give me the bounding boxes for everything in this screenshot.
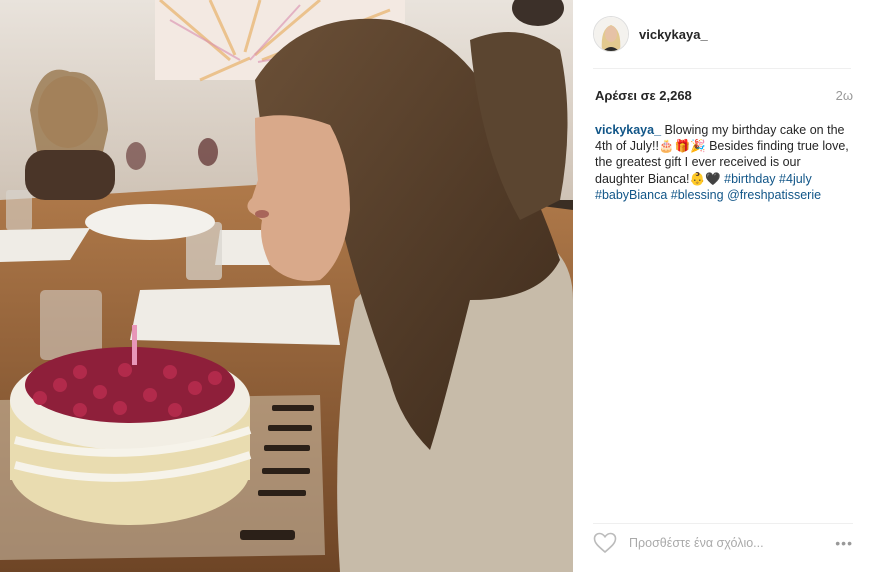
- hashtag-blessing[interactable]: #blessing: [671, 188, 724, 202]
- likes-row: Αρέσει σε 2,268 2ω: [595, 88, 853, 103]
- comment-bar: •••: [593, 523, 853, 558]
- caption-username[interactable]: vickykaya_: [595, 123, 661, 137]
- post-sidebar: vickykaya_ Αρέσει σε 2,268 2ω vickykaya_…: [573, 0, 871, 572]
- instagram-post: vickykaya_ Αρέσει σε 2,268 2ω vickykaya_…: [0, 0, 871, 572]
- hashtag-4july[interactable]: #4july: [779, 172, 812, 186]
- username-link[interactable]: vickykaya_: [639, 27, 708, 42]
- heart-icon[interactable]: [593, 532, 619, 554]
- post-header: vickykaya_: [593, 14, 851, 54]
- likes-count[interactable]: Αρέσει σε 2,268: [595, 88, 692, 103]
- post-photo[interactable]: [0, 0, 573, 572]
- caption: vickykaya_ Blowing my birthday cake on t…: [595, 122, 853, 203]
- hashtag-babybianca[interactable]: #babyBianca: [595, 188, 667, 202]
- avatar[interactable]: [593, 16, 629, 52]
- hashtag-birthday[interactable]: #birthday: [724, 172, 775, 186]
- timestamp[interactable]: 2ω: [836, 88, 853, 103]
- header-divider: [593, 68, 851, 69]
- more-options-icon[interactable]: •••: [835, 535, 853, 551]
- photo-illustration: [0, 0, 573, 572]
- avatar-image: [594, 17, 628, 51]
- mention-freshpatisserie[interactable]: @freshpatisserie: [727, 188, 821, 202]
- comment-input[interactable]: [627, 535, 836, 551]
